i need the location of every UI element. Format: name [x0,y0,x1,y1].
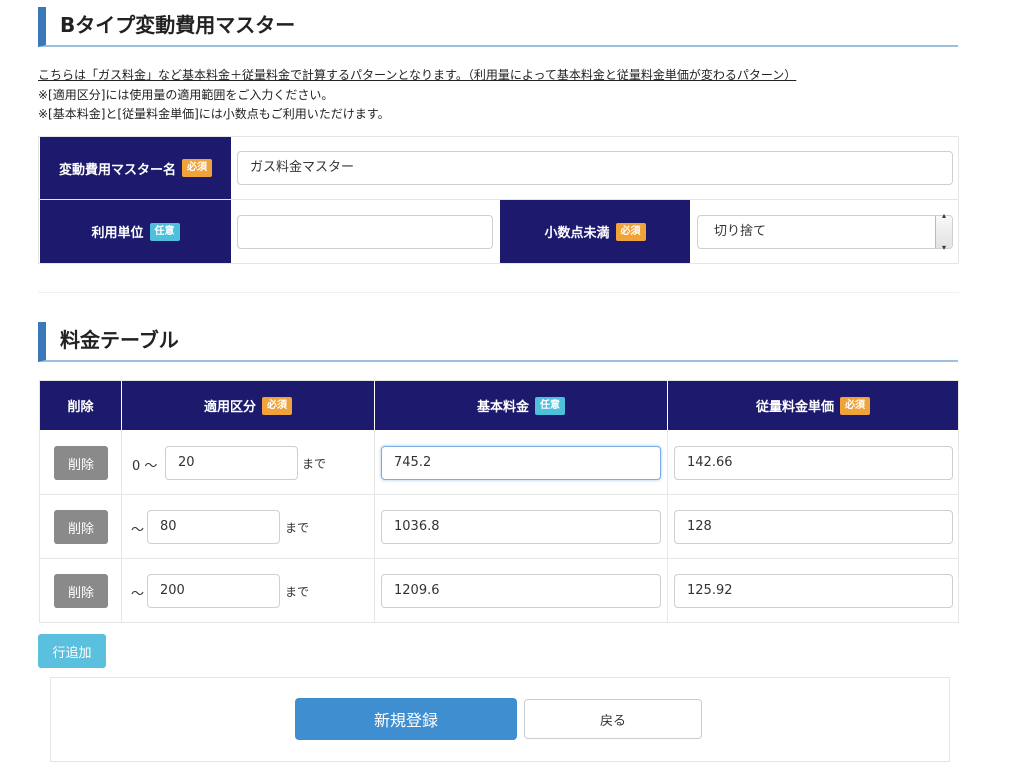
description-line-1: こちらは「ガス料金」など基本料金＋従量料金で計算するパターンとなります。（利用量… [38,68,797,82]
master-name-input[interactable]: ガス料金マスター [237,151,953,185]
decimal-select-value: 切り捨て [714,224,767,239]
submit-button[interactable]: 新規登録 [295,698,517,740]
base-fee-input[interactable]: 1209.6 [381,574,661,608]
header-unit-price: 従量料金単価 必須 [668,381,958,430]
range-prefix: 〜 [131,587,145,602]
description-line-3: ※[基本料金]と[従量料金単価]には小数点もご利用いただけます。 [38,107,390,121]
unit-input[interactable] [237,215,493,249]
range-suffix: まで [285,521,310,535]
range-suffix: まで [285,585,310,599]
header-range: 適用区分 必須 [122,381,374,430]
back-button[interactable]: 戻る [524,699,702,739]
unit-price-input[interactable]: 125.92 [674,574,953,608]
required-badge: 必須 [262,396,292,415]
base-fee-input[interactable]: 745.2 [381,446,661,480]
master-name-label-text: 変動費用マスター名 [58,162,176,178]
column-divider [374,430,375,623]
range-upper-input[interactable]: 20 [165,446,298,480]
unit-price-input[interactable]: 128 [674,510,953,544]
required-badge: 必須 [182,159,212,177]
column-divider [667,430,668,623]
header-base-text: 基本料金 [476,400,529,415]
section-separator [38,292,959,293]
optional-badge: 任意 [149,222,180,241]
base-fee-input[interactable]: 1036.8 [381,510,661,544]
description-line-2: ※[適用区分]には使用量の適用範囲をご入力ください。 [38,88,334,102]
range-upper-input[interactable]: 80 [147,510,280,544]
master-name-label: 変動費用マスター名 必須 [40,137,231,199]
add-row-button[interactable]: 行追加 [38,634,106,668]
range-upper-input[interactable]: 200 [147,574,280,608]
unit-price-input[interactable]: 142.66 [674,446,953,480]
header-delete: 削除 [40,381,121,430]
decimal-select[interactable]: 切り捨て ▴ ▾ [697,211,953,252]
delete-row-button[interactable]: 削除 [54,510,108,544]
select-arrows-icon[interactable]: ▴ ▾ [935,211,952,252]
delete-row-button[interactable]: 削除 [54,574,108,608]
header-base: 基本料金 任意 [375,381,667,430]
row-divider [39,558,959,559]
range-suffix: まで [302,457,327,471]
optional-badge: 任意 [535,396,565,415]
required-badge: 必須 [615,222,646,241]
required-badge: 必須 [840,396,870,415]
range-prefix: 0 〜 [132,459,158,474]
delete-row-button[interactable]: 削除 [54,446,108,480]
range-prefix: 〜 [131,523,145,538]
row-divider [39,494,959,495]
column-divider [121,430,122,623]
unit-label-text: 利用単位 [91,226,144,241]
header-unit-price-text: 従量料金単価 [755,400,834,415]
decimal-label: 小数点未満 必須 [500,200,690,263]
unit-label: 利用単位 任意 [40,200,231,263]
decimal-label-text: 小数点未満 [544,226,610,241]
header-range-text: 適用区分 [203,400,256,415]
page-title: Bタイプ変動費用マスター [38,7,958,47]
header-delete-text: 削除 [67,400,94,415]
table-section-title: 料金テーブル [38,322,958,362]
